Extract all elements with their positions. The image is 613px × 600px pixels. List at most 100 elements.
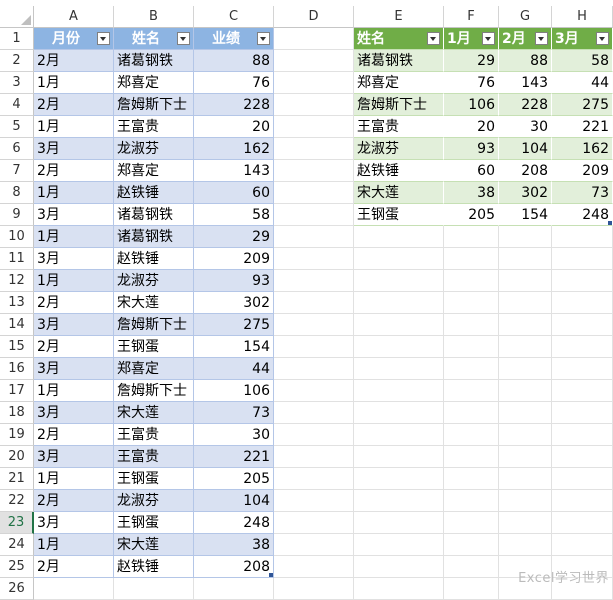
table-cell[interactable]: 76 <box>444 72 499 94</box>
grid-cell[interactable] <box>274 182 354 204</box>
row-header-4[interactable]: 4 <box>0 94 34 116</box>
table-cell[interactable]: 30 <box>499 116 552 138</box>
grid-cell[interactable] <box>274 380 354 402</box>
grid-cell[interactable] <box>444 556 499 578</box>
grid-cell[interactable] <box>552 292 613 314</box>
table-cell[interactable]: 赵铁锤 <box>114 556 194 578</box>
table-cell[interactable]: 1月 <box>34 534 114 556</box>
grid-cell[interactable] <box>354 336 444 358</box>
table-cell[interactable]: 王富贵 <box>114 116 194 138</box>
grid-cell[interactable] <box>354 358 444 380</box>
grid-cell[interactable] <box>114 578 194 600</box>
table-cell[interactable]: 1月 <box>34 380 114 402</box>
table-cell[interactable]: 209 <box>194 248 274 270</box>
table-cell[interactable]: 2月 <box>34 556 114 578</box>
grid-cell[interactable] <box>552 468 613 490</box>
grid-cell[interactable] <box>444 270 499 292</box>
select-all-corner[interactable] <box>0 6 34 28</box>
grid-cell[interactable] <box>354 402 444 424</box>
grid-cell[interactable] <box>444 468 499 490</box>
grid-cell[interactable] <box>274 204 354 226</box>
grid-cell[interactable] <box>354 292 444 314</box>
table-cell[interactable]: 88 <box>499 50 552 72</box>
table-cell[interactable]: 29 <box>444 50 499 72</box>
table-cell[interactable]: 60 <box>444 160 499 182</box>
row-header-26[interactable]: 26 <box>0 578 34 600</box>
grid-cell[interactable] <box>499 292 552 314</box>
grid-cell[interactable] <box>444 336 499 358</box>
table-cell[interactable]: 104 <box>499 138 552 160</box>
grid-cell[interactable] <box>552 490 613 512</box>
grid-cell[interactable] <box>499 534 552 556</box>
grid-cell[interactable] <box>499 402 552 424</box>
grid-cell[interactable] <box>499 490 552 512</box>
table-cell[interactable]: 王钢蛋 <box>114 512 194 534</box>
row-header-10[interactable]: 10 <box>0 226 34 248</box>
column-header-h[interactable]: H <box>552 6 613 28</box>
filter-dropdown-button[interactable] <box>596 32 609 45</box>
table-cell[interactable]: 詹姆斯下士 <box>114 94 194 116</box>
table-cell[interactable]: 王富贵 <box>354 116 444 138</box>
table-cell[interactable]: 2月 <box>34 94 114 116</box>
column-header-a[interactable]: A <box>34 6 114 28</box>
table-cell[interactable]: 29 <box>194 226 274 248</box>
grid-cell[interactable] <box>552 358 613 380</box>
table-cell[interactable]: 3月 <box>34 358 114 380</box>
row-header-16[interactable]: 16 <box>0 358 34 380</box>
grid-cell[interactable] <box>552 336 613 358</box>
grid-cell[interactable] <box>499 270 552 292</box>
table-cell[interactable]: 2月 <box>34 50 114 72</box>
table-cell[interactable]: 宋大莲 <box>114 534 194 556</box>
grid-cell[interactable] <box>552 512 613 534</box>
row-header-18[interactable]: 18 <box>0 402 34 424</box>
table-cell[interactable]: 208 <box>499 160 552 182</box>
table-cell[interactable]: 诸葛钢铁 <box>354 50 444 72</box>
column-header-c[interactable]: C <box>194 6 274 28</box>
grid-cell[interactable] <box>444 424 499 446</box>
table-cell[interactable]: 宋大莲 <box>114 292 194 314</box>
table-cell[interactable]: 106 <box>444 94 499 116</box>
grid-cell[interactable] <box>552 380 613 402</box>
grid-cell[interactable] <box>274 270 354 292</box>
table-cell[interactable]: 38 <box>194 534 274 556</box>
grid-cell[interactable] <box>274 446 354 468</box>
table-resize-handle[interactable] <box>608 221 612 225</box>
grid-cell[interactable] <box>499 248 552 270</box>
grid-cell[interactable] <box>274 424 354 446</box>
grid-cell[interactable] <box>354 468 444 490</box>
table-cell[interactable]: 88 <box>194 50 274 72</box>
table-resize-handle[interactable] <box>269 573 273 577</box>
table-cell[interactable]: 诸葛钢铁 <box>114 204 194 226</box>
grid-cell[interactable] <box>274 248 354 270</box>
grid-cell[interactable] <box>552 226 613 248</box>
row-header-23[interactable]: 23 <box>0 512 34 534</box>
table-cell[interactable]: 205 <box>194 468 274 490</box>
table-cell[interactable]: 154 <box>499 204 552 226</box>
table-cell[interactable]: 宋大莲 <box>354 182 444 204</box>
column-header-d[interactable]: D <box>274 6 354 28</box>
grid-cell[interactable] <box>274 50 354 72</box>
grid-cell[interactable] <box>499 446 552 468</box>
row-header-21[interactable]: 21 <box>0 468 34 490</box>
table-cell[interactable]: 王富贵 <box>114 446 194 468</box>
grid-cell[interactable] <box>552 534 613 556</box>
grid-cell[interactable] <box>274 160 354 182</box>
table-cell[interactable]: 郑喜定 <box>114 160 194 182</box>
row-header-14[interactable]: 14 <box>0 314 34 336</box>
grid-cell[interactable] <box>499 314 552 336</box>
table-cell[interactable]: 58 <box>552 50 613 72</box>
grid-cell[interactable] <box>274 556 354 578</box>
table-cell[interactable]: 詹姆斯下士 <box>114 380 194 402</box>
filter-dropdown-button[interactable] <box>97 32 110 45</box>
grid-cell[interactable] <box>444 534 499 556</box>
table-cell[interactable]: 20 <box>194 116 274 138</box>
grid-cell[interactable] <box>274 28 354 50</box>
grid-cell[interactable] <box>444 446 499 468</box>
grid-cell[interactable] <box>499 336 552 358</box>
grid-cell[interactable] <box>274 578 354 600</box>
table-cell[interactable]: 赵铁锤 <box>114 248 194 270</box>
row-header-17[interactable]: 17 <box>0 380 34 402</box>
table-cell[interactable]: 154 <box>194 336 274 358</box>
row-header-25[interactable]: 25 <box>0 556 34 578</box>
grid-cell[interactable] <box>444 512 499 534</box>
